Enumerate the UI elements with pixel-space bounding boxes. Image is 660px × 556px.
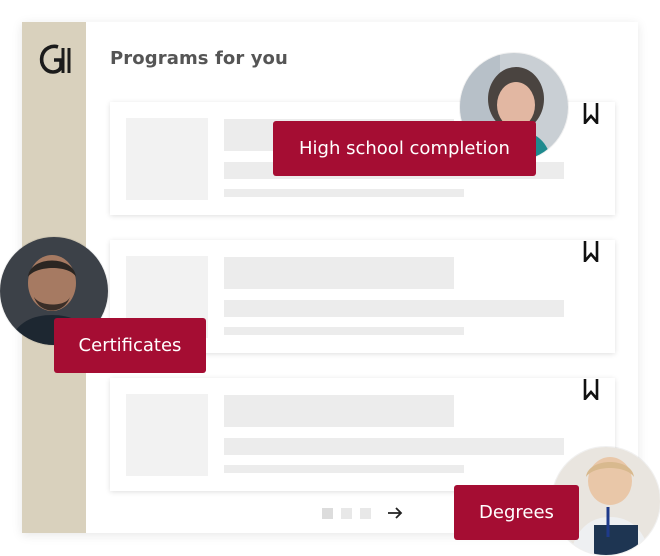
title-placeholder bbox=[224, 395, 454, 427]
bookmark-icon[interactable] bbox=[583, 378, 599, 400]
text-placeholder bbox=[224, 189, 464, 197]
program-thumbnail-placeholder bbox=[126, 118, 208, 200]
text-placeholder bbox=[224, 465, 464, 473]
text-placeholder bbox=[224, 438, 564, 455]
arrow-right-icon[interactable] bbox=[387, 507, 403, 519]
program-thumbnail-placeholder bbox=[126, 394, 208, 476]
tag-certificates[interactable]: Certificates bbox=[54, 318, 206, 373]
tag-degrees[interactable]: Degrees bbox=[454, 485, 579, 540]
page-dot[interactable] bbox=[341, 507, 352, 519]
bookmark-icon[interactable] bbox=[583, 102, 599, 124]
text-placeholder bbox=[224, 327, 464, 335]
title-placeholder bbox=[224, 257, 454, 289]
brand-monogram-icon[interactable] bbox=[36, 40, 74, 78]
tag-high-school-completion[interactable]: High school completion bbox=[273, 121, 536, 176]
page-dot[interactable] bbox=[360, 507, 371, 519]
text-placeholder bbox=[224, 300, 564, 317]
pagination bbox=[322, 507, 403, 519]
program-card[interactable] bbox=[110, 378, 615, 491]
page-dot[interactable] bbox=[322, 507, 333, 519]
page-title: Programs for you bbox=[110, 48, 288, 69]
bookmark-icon[interactable] bbox=[583, 240, 599, 262]
